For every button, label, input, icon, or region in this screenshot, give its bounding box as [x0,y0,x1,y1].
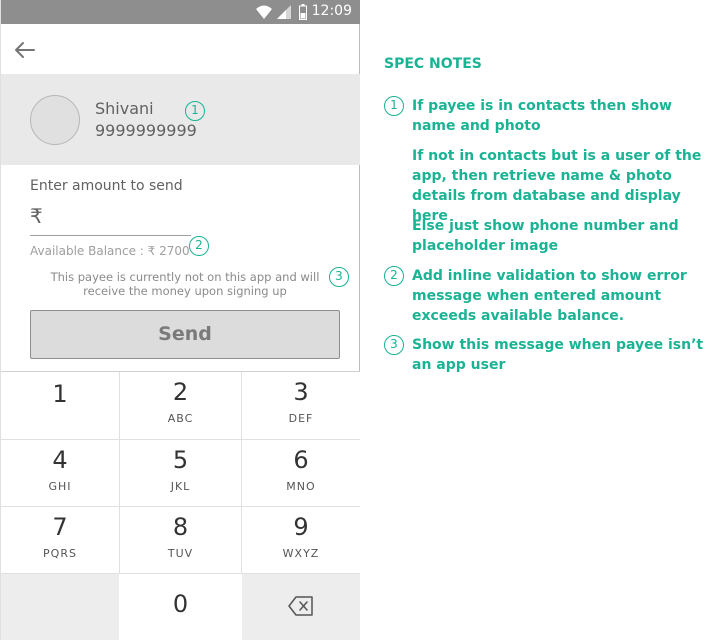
cell-signal-icon [277,5,291,19]
spec-note: Add inline validation to show error mess… [412,268,687,324]
key-4[interactable]: 4 GHI [1,440,119,506]
key-digit: 9 [293,513,309,541]
key-digit: 7 [52,513,68,541]
keypad-divider [241,372,242,574]
key-letters: WXYZ [282,547,320,560]
key-5[interactable]: 5 JKL [120,440,241,506]
key-8[interactable]: 8 TUV [120,507,241,573]
key-digit: 2 [172,378,189,406]
payee-phone: 9999999999 [95,121,197,140]
keypad-divider [119,372,120,574]
spec-note: Else just show phone number and placehol… [412,218,679,254]
spec-marker-2: 2 [189,236,209,256]
keypad-divider [1,439,360,440]
keypad-divider [1,506,360,507]
key-letters: PQRS [43,547,77,560]
amount-underline [30,235,191,236]
key-9[interactable]: 9 WXYZ [242,507,360,573]
back-arrow-icon[interactable] [13,40,37,60]
app-bar [1,24,360,74]
key-letters: ABC [167,412,194,425]
payee-avatar [30,95,80,145]
spec-note-marker: 2 [384,266,404,286]
payee-name: Shivani [95,99,154,118]
key-2[interactable]: 2 ABC [120,372,241,439]
key-letters: GHI [48,480,72,493]
spec-notes-panel: SPEC NOTES 1 If payee is in contacts the… [384,0,710,640]
numeric-keypad: 1 2 ABC 3 DEF 4 GHI 5 JKL 6 MNO 7 PQRS 8 [1,371,360,640]
key-digit: 4 [52,446,68,474]
key-digit: 1 [52,380,68,408]
spec-note: If payee is in contacts then show name a… [412,98,672,134]
spec-marker-3: 3 [329,267,349,287]
wifi-icon [256,5,272,19]
spec-notes-title: SPEC NOTES [384,56,482,72]
available-balance: Available Balance : ₹ 2700 [30,244,190,258]
payee-card: Shivani 9999999999 1 [1,74,360,165]
amount-input[interactable] [47,206,189,232]
phone-screen: 12:09 Shivani 9999999999 1 Enter amount … [0,0,360,640]
spec-note-marker: 1 [384,96,404,116]
status-time: 12:09 [311,3,352,19]
spec-note-marker: 3 [384,335,404,355]
key-1[interactable]: 1 [1,372,119,439]
key-digit: 8 [172,513,189,541]
spec-note: Show this message when payee isn’t an ap… [412,337,704,373]
amount-label: Enter amount to send [30,178,183,194]
backspace-key[interactable] [242,574,360,640]
key-letters: JKL [170,480,191,493]
key-digit: 6 [293,446,309,474]
key-3[interactable]: 3 DEF [242,372,360,439]
key-6[interactable]: 6 MNO [242,440,360,506]
key-digit: 5 [172,446,189,474]
key-letters: DEF [288,412,314,425]
key-7[interactable]: 7 PQRS [1,507,119,573]
backspace-icon [288,596,313,616]
payee-not-on-app-message: This payee is currently not on this app … [50,270,320,298]
key-blank [1,574,119,640]
key-digit: 0 [172,590,189,618]
keypad-divider [1,573,360,574]
send-button[interactable]: Send [30,310,340,359]
battery-icon [299,4,307,20]
key-letters: TUV [167,547,194,560]
key-0[interactable]: 0 [120,574,241,640]
key-letters: MNO [286,480,316,493]
key-digit: 3 [293,378,309,406]
spec-marker-1: 1 [185,101,205,121]
status-bar: 12:09 [1,0,360,24]
spec-note: If not in contacts but is a user of the … [412,148,702,224]
rupee-icon: ₹ [30,204,43,228]
